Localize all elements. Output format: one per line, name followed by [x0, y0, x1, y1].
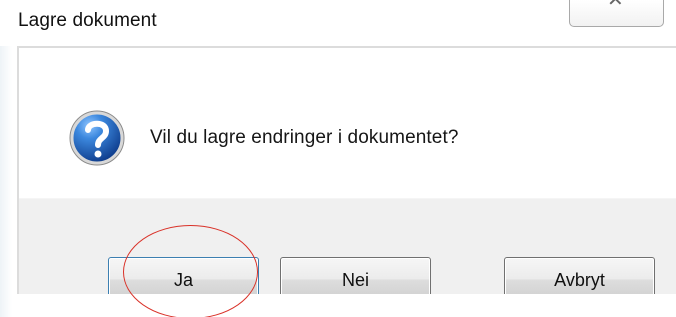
dialog-message: Vil du lagre endringer i dokumentet?: [150, 127, 459, 148]
bottom-edge: [17, 294, 676, 317]
question-icon: [69, 110, 125, 166]
dialog-body: Vil du lagre endringer i dokumentet? Ja …: [17, 46, 676, 302]
left-background-edge: [0, 0, 12, 317]
close-button[interactable]: ✕: [569, 0, 664, 27]
button-bar: Ja Nei Avbryt: [19, 198, 676, 302]
screen: Lagre dokument ✕ Vil du lagre endringer …: [0, 0, 676, 317]
dialog-title-bar: Lagre dokument ✕: [0, 0, 676, 46]
window-title: Lagre dokument: [18, 10, 157, 31]
close-icon: ✕: [607, 0, 624, 11]
